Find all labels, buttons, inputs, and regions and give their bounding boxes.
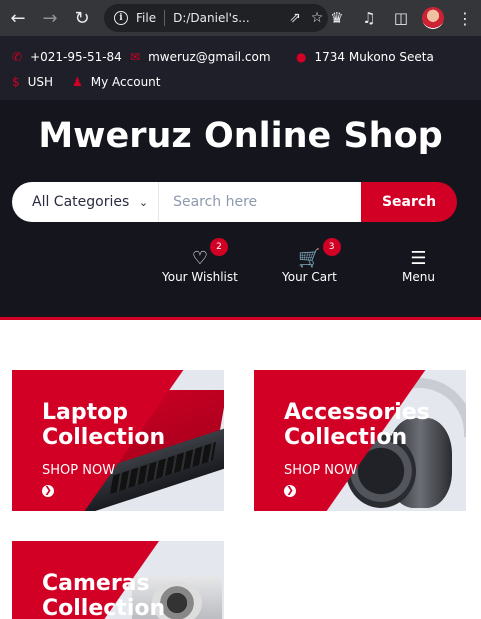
- media-icon[interactable]: ♫: [353, 4, 385, 32]
- phone-link[interactable]: ✆ +021-95-51-84: [12, 50, 122, 64]
- email-text: mweruz@gmail.com: [148, 50, 271, 64]
- wishlist-link[interactable]: ♡ 2 Your Wishlist: [162, 238, 238, 284]
- arrow-circle-right-icon[interactable]: ❯: [42, 485, 54, 497]
- shopping-cart-icon: 🛒 3: [298, 238, 341, 270]
- shop-now-link[interactable]: SHOP NOW: [284, 463, 357, 478]
- collection-title: Cameras Collection: [42, 571, 165, 619]
- reload-icon[interactable]: ↻: [70, 6, 94, 30]
- chevron-down-icon: ⌄: [138, 195, 149, 209]
- address-bar[interactable]: i File D:/Daniel's... ⇗ ☆: [104, 4, 328, 32]
- hamburger-icon: ☰: [410, 248, 427, 269]
- menu-toggle[interactable]: ☰ Menu: [402, 248, 435, 284]
- sidepanel-icon[interactable]: ◫: [385, 4, 417, 32]
- cameras-collection-card[interactable]: Cameras Collection: [12, 541, 224, 619]
- share-icon[interactable]: ⇗: [284, 10, 306, 26]
- heart-icon: ♡ 2: [192, 238, 228, 270]
- collection-title: Laptop Collection: [42, 400, 165, 451]
- collection-title-line1: Laptop: [42, 400, 128, 425]
- wishlist-label: Your Wishlist: [162, 270, 238, 284]
- search-input[interactable]: [159, 182, 362, 222]
- browser-actions: ♛ ♫ ◫ ⋮: [321, 4, 481, 32]
- main-header: Mweruz Online Shop All Categories ⌄ Sear…: [0, 100, 481, 320]
- browser-toolbar: ← → ↻ i File D:/Daniel's... ⇗ ☆ ♛ ♫ ◫ ⋮: [0, 0, 481, 36]
- email-link[interactable]: ✉ mweruz@gmail.com: [130, 50, 271, 64]
- menu-kebab-icon[interactable]: ⋮: [449, 4, 481, 32]
- wishlist-count-badge: 2: [210, 238, 228, 256]
- envelope-icon: ✉: [130, 50, 141, 64]
- profile-avatar[interactable]: [417, 4, 449, 32]
- category-select-value: All Categories: [32, 194, 130, 210]
- address-text: 1734 Mukono Seeta: [314, 50, 434, 64]
- search-button[interactable]: Search: [361, 182, 457, 222]
- collection-title-line2: Collection: [284, 425, 408, 451]
- collection-title-line2: Collection: [42, 425, 166, 451]
- map-marker-icon: ●: [296, 50, 307, 64]
- address-divider: [164, 10, 166, 26]
- info-icon[interactable]: i: [114, 11, 128, 25]
- site-logo[interactable]: Mweruz Online Shop: [0, 116, 481, 156]
- cart-link[interactable]: 🛒 3 Your Cart: [282, 238, 341, 284]
- dollar-icon: $: [12, 75, 20, 89]
- shop-now-link[interactable]: SHOP NOW: [42, 463, 115, 478]
- currency-text: USH: [27, 75, 54, 89]
- back-icon[interactable]: ←: [6, 6, 30, 30]
- accessories-collection-card[interactable]: Accessories Collection SHOP NOW ❯: [254, 370, 466, 511]
- account-text: My Account: [90, 75, 161, 89]
- file-label: File: [136, 11, 157, 25]
- search-form: All Categories ⌄ Search: [12, 182, 457, 222]
- forward-icon[interactable]: →: [38, 6, 62, 30]
- top-header: ✆ +021-95-51-84 ✉ mweruz@gmail.com ● 173…: [0, 36, 481, 100]
- extensions-icon[interactable]: ♛: [321, 4, 353, 32]
- collection-title-line1: Cameras: [42, 571, 150, 596]
- menu-label: Menu: [402, 270, 435, 284]
- address-link[interactable]: ● 1734 Mukono Seeta: [296, 50, 434, 64]
- phone-icon: ✆: [12, 50, 23, 64]
- cart-count-badge: 3: [322, 238, 341, 256]
- phone-text: +021-95-51-84: [30, 50, 122, 64]
- cart-label: Your Cart: [282, 270, 337, 284]
- laptop-collection-card[interactable]: Laptop Collection SHOP NOW ❯: [12, 370, 224, 511]
- collection-title-line1: Accessories: [284, 400, 430, 425]
- url-text[interactable]: D:/Daniel's...: [173, 11, 284, 25]
- collection-title-line2: Collection: [42, 596, 166, 619]
- currency-link[interactable]: $ USH: [12, 75, 53, 89]
- account-link[interactable]: ♟ My Account: [72, 75, 161, 89]
- collection-title: Accessories Collection: [284, 400, 430, 451]
- user-icon: ♟: [72, 75, 83, 89]
- category-select[interactable]: All Categories ⌄: [12, 182, 160, 222]
- arrow-circle-right-icon[interactable]: ❯: [284, 485, 296, 497]
